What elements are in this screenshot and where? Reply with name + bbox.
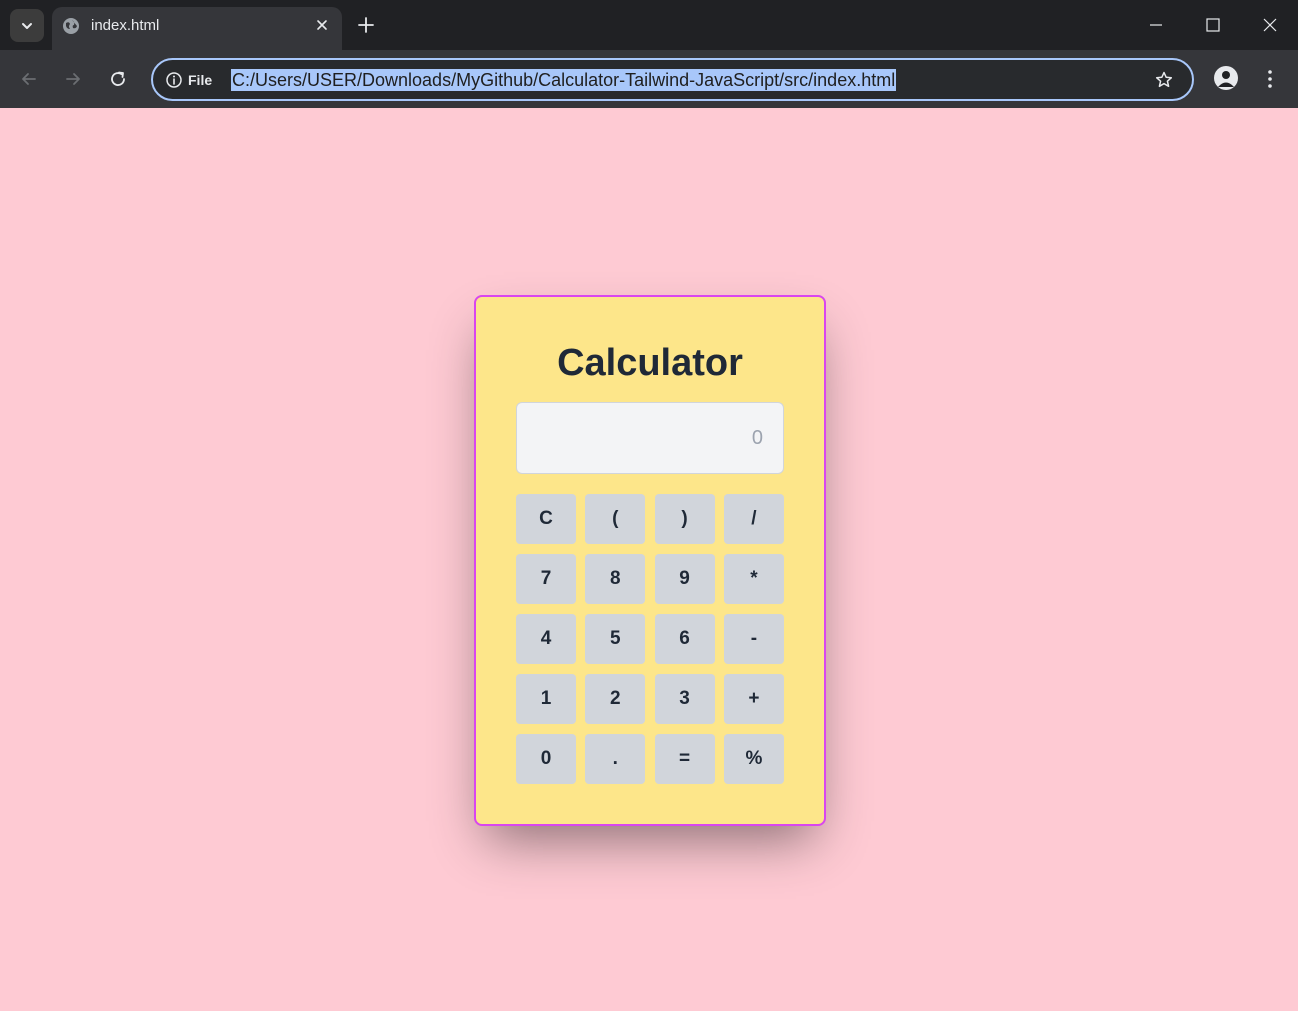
key-clear[interactable]: C [516,494,576,544]
window-close-icon[interactable] [1260,15,1280,35]
key-1[interactable]: 1 [516,674,576,724]
key-equals[interactable]: = [654,734,715,784]
key-decimal[interactable]: . [585,734,646,784]
more-menu-icon[interactable] [1262,68,1278,90]
forward-arrow-icon[interactable] [63,69,83,89]
browser-tab[interactable]: index.html [52,7,342,50]
key-multiply[interactable]: * [723,554,784,604]
key-add[interactable]: + [723,674,784,724]
calculator-title: Calculator [557,342,743,384]
key-divide[interactable]: / [723,494,784,544]
tab-search-button[interactable] [10,9,44,42]
minimize-icon[interactable] [1146,15,1166,35]
key-subtract[interactable]: - [723,614,784,664]
calculator-display[interactable] [516,402,784,474]
bookmark-star-icon[interactable] [1154,70,1174,90]
key-percent[interactable]: % [723,734,784,784]
site-scheme-label: File [188,72,213,88]
maximize-icon[interactable] [1203,15,1223,35]
key-5[interactable]: 5 [585,614,646,664]
close-icon[interactable] [314,17,330,33]
calculator-keypad: C ( ) / 7 8 9 * 4 5 6 - 1 2 3 + 0 . = % [516,494,784,784]
key-open-paren[interactable]: ( [585,494,646,544]
url-text[interactable]: C:/Users/USER/Downloads/MyGithub/Calcula… [231,69,897,91]
address-bar[interactable]: File C:/Users/USER/Downloads/MyGithub/Ca… [151,58,1194,101]
person-icon [1218,71,1234,87]
info-icon[interactable] [165,71,183,89]
key-close-paren[interactable]: ) [654,494,715,544]
browser-toolbar: File C:/Users/USER/Downloads/MyGithub/Ca… [0,50,1298,108]
page-viewport: Calculator C ( ) / 7 8 9 * 4 5 6 - 1 2 3… [0,108,1298,1011]
key-6[interactable]: 6 [654,614,715,664]
calculator-card: Calculator C ( ) / 7 8 9 * 4 5 6 - 1 2 3… [474,295,826,826]
new-tab-plus-icon[interactable] [356,15,376,35]
back-arrow-icon[interactable] [19,69,39,89]
globe-icon [63,18,79,34]
key-4[interactable]: 4 [516,614,576,664]
reload-icon[interactable] [108,69,128,89]
profile-avatar[interactable] [1214,66,1238,90]
tab-title: index.html [91,17,160,34]
key-8[interactable]: 8 [585,554,646,604]
key-3[interactable]: 3 [654,674,715,724]
key-7[interactable]: 7 [516,554,576,604]
key-2[interactable]: 2 [585,674,646,724]
chevron-down-icon [22,22,32,29]
key-9[interactable]: 9 [654,554,715,604]
key-0[interactable]: 0 [516,734,576,784]
browser-tab-strip: index.html [0,0,1298,50]
